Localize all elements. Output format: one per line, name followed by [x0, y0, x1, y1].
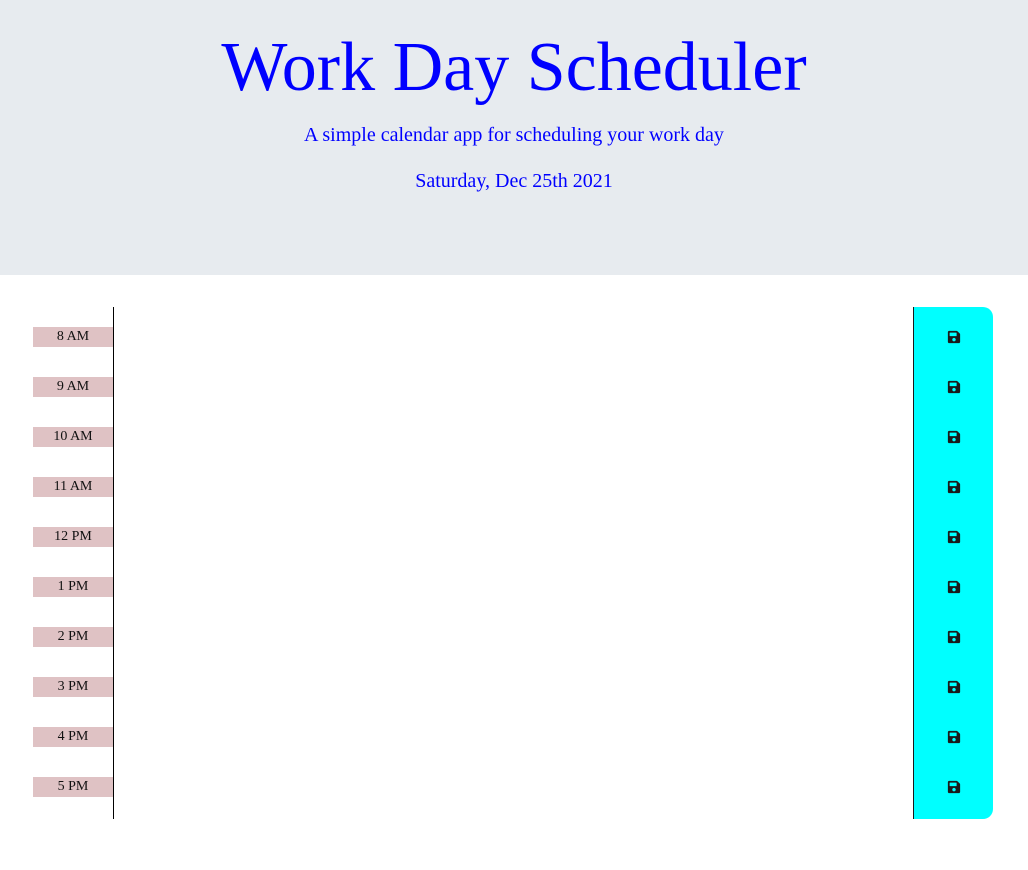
- time-block-row: 5 PM: [33, 757, 993, 807]
- save-button[interactable]: [914, 562, 993, 612]
- floppy-disk-icon: [947, 430, 960, 444]
- floppy-disk-icon: [947, 380, 960, 394]
- floppy-disk-icon: [947, 330, 960, 344]
- time-block-row: 1 PM: [33, 557, 993, 607]
- save-button[interactable]: [914, 762, 993, 812]
- floppy-disk-icon: [947, 630, 960, 644]
- time-block-row: 11 AM: [33, 457, 993, 507]
- time-block-row: 3 PM: [33, 657, 993, 707]
- event-description-input[interactable]: [115, 709, 911, 755]
- time-block-row: 2 PM: [33, 607, 993, 657]
- time-block-row: 10 AM: [33, 407, 993, 457]
- page-subtitle: A simple calendar app for scheduling you…: [304, 124, 724, 146]
- current-day: Saturday, Dec 25th 2021: [415, 170, 613, 192]
- hour-label: 1 PM: [33, 577, 113, 597]
- time-block-row: 12 PM: [33, 507, 993, 557]
- floppy-disk-icon: [947, 680, 960, 694]
- hour-label: 3 PM: [33, 677, 113, 697]
- time-block-row: 4 PM: [33, 707, 993, 757]
- event-description-input[interactable]: [115, 559, 911, 605]
- save-button[interactable]: [914, 312, 993, 362]
- hour-label: 8 AM: [33, 327, 113, 347]
- header: Work Day Scheduler A simple calendar app…: [0, 0, 1028, 275]
- time-block-row: 8 AM: [33, 307, 993, 357]
- hour-label: 10 AM: [33, 427, 113, 447]
- floppy-disk-icon: [947, 580, 960, 594]
- hour-label: 11 AM: [33, 477, 113, 497]
- save-button[interactable]: [914, 612, 993, 662]
- event-description-input[interactable]: [115, 459, 911, 505]
- floppy-disk-icon: [947, 730, 960, 744]
- event-description-input[interactable]: [115, 359, 911, 405]
- save-button[interactable]: [914, 462, 993, 512]
- event-description-input[interactable]: [115, 659, 911, 705]
- event-description-input[interactable]: [115, 309, 911, 355]
- save-button[interactable]: [914, 412, 993, 462]
- event-description-input[interactable]: [115, 409, 911, 455]
- schedule-container: 8 AM 9 AM 10 AM 11 AM 12 PM 1 PM 2 PM 3 PM 4 PM 5…: [33, 307, 993, 819]
- floppy-disk-icon: [947, 480, 960, 494]
- page-title: Work Day Scheduler: [221, 29, 807, 106]
- save-button[interactable]: [914, 512, 993, 562]
- hour-label: 2 PM: [33, 627, 113, 647]
- time-block-row: 9 AM: [33, 357, 993, 407]
- save-button[interactable]: [914, 362, 993, 412]
- event-description-input[interactable]: [115, 609, 911, 655]
- floppy-disk-icon: [947, 530, 960, 544]
- save-button[interactable]: [914, 712, 993, 762]
- floppy-disk-icon: [947, 780, 960, 794]
- hour-label: 4 PM: [33, 727, 113, 747]
- save-button[interactable]: [914, 662, 993, 712]
- hour-label: 9 AM: [33, 377, 113, 397]
- hour-label: 12 PM: [33, 527, 113, 547]
- event-description-input[interactable]: [115, 759, 911, 805]
- hour-label: 5 PM: [33, 777, 113, 797]
- event-description-input[interactable]: [115, 509, 911, 555]
